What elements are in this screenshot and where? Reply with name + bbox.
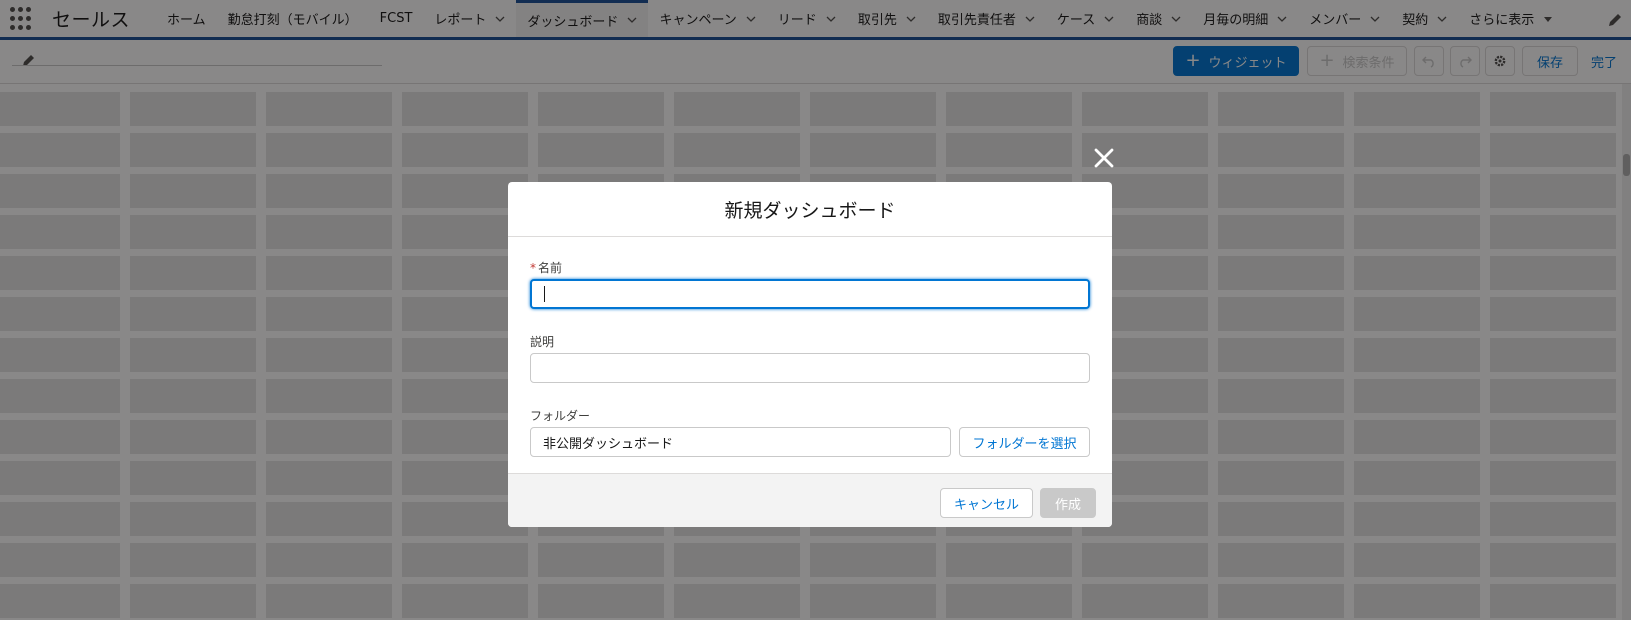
name-input[interactable] [530,279,1090,309]
modal-title: 新規ダッシュボード [724,199,896,222]
cancel-label: キャンセル [953,497,1019,513]
modal-body: * 名前 説明 フォルダー 非公開ダッシュボード フォルダーを選択 [508,237,1112,473]
select-folder-label: フォルダーを選択 [972,436,1077,452]
modal-header: 新規ダッシュボード [508,182,1112,237]
name-label-text: 名前 [538,261,563,275]
description-input[interactable] [530,353,1090,383]
cancel-button[interactable]: キャンセル [940,488,1033,518]
folder-label: フォルダー [530,409,591,423]
new-dashboard-modal: 新規ダッシュボード * 名前 説明 フォルダー 非公開ダッシュボード フォルダーを… [508,182,1112,527]
modal-footer: キャンセル 作成 [508,473,1112,527]
text-cursor [544,286,545,302]
folder-input-value: 非公開ダッシュボード [543,436,674,452]
required-marker: * [530,261,536,275]
description-label: 説明 [530,335,555,349]
name-label: * 名前 [530,259,562,276]
folder-input[interactable]: 非公開ダッシュボード [530,427,951,457]
select-folder-button[interactable]: フォルダーを選択 [959,427,1090,457]
close-icon[interactable] [1092,146,1116,170]
create-label: 作成 [1054,497,1081,513]
create-button[interactable]: 作成 [1040,488,1096,518]
